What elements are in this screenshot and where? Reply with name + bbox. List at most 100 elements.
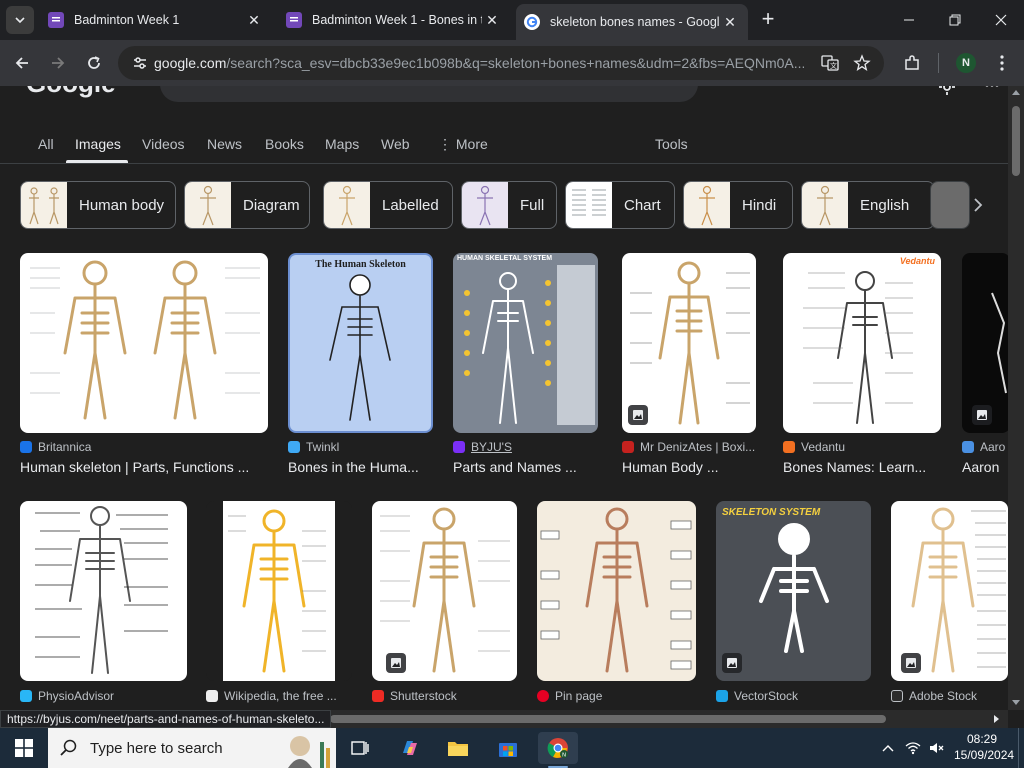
- google-logo[interactable]: Google: [26, 86, 116, 99]
- result-source[interactable]: Vedantu: [783, 440, 845, 454]
- task-view-button[interactable]: [340, 732, 380, 764]
- taskbar-clock[interactable]: 08:29 15/09/2024: [954, 731, 1014, 763]
- address-bar[interactable]: google.com/search?sca_esv=dbcb33e9ec1b09…: [118, 46, 884, 80]
- back-button[interactable]: [8, 49, 36, 77]
- extensions-button[interactable]: [898, 49, 926, 77]
- new-tab-button[interactable]: +: [756, 8, 780, 32]
- chip-hindi[interactable]: Hindi: [683, 181, 793, 229]
- result-source[interactable]: Adobe Stock: [891, 689, 977, 703]
- result-source[interactable]: BYJU'S: [453, 440, 512, 454]
- tab-search-button[interactable]: [6, 6, 34, 34]
- result-source[interactable]: Wikipedia, the free ...: [206, 689, 337, 703]
- result-image[interactable]: The Human Skeleton: [288, 253, 433, 433]
- image-result-physioadvisor[interactable]: PhysioAdvisor: [20, 501, 188, 710]
- image-result-aaron[interactable]: Aaro Aaron: [962, 253, 1008, 483]
- result-title[interactable]: Human Body ...: [622, 459, 764, 475]
- nav-tab-images[interactable]: Images: [75, 136, 121, 152]
- result-image[interactable]: [891, 501, 1008, 681]
- result-image[interactable]: [372, 501, 517, 681]
- result-image[interactable]: [206, 501, 352, 681]
- tools-button[interactable]: Tools: [655, 136, 688, 152]
- chip-english[interactable]: English: [801, 181, 935, 229]
- tab-badminton-week-1[interactable]: Badminton Week 1 ✕: [40, 4, 272, 36]
- chip-diagram[interactable]: Diagram: [184, 181, 310, 229]
- result-title[interactable]: Parts and Names ...: [453, 459, 600, 475]
- result-title[interactable]: Aaron: [962, 459, 1008, 475]
- chip-chart[interactable]: Chart: [565, 181, 675, 229]
- nav-tab-maps[interactable]: Maps: [325, 136, 359, 152]
- bookmark-star-icon[interactable]: [848, 52, 876, 74]
- reload-button[interactable]: [80, 49, 108, 77]
- scroll-up-arrow-icon[interactable]: [1012, 90, 1020, 95]
- result-source[interactable]: Shutterstock: [372, 689, 457, 703]
- result-source[interactable]: Aaro: [962, 440, 1005, 454]
- result-image[interactable]: [20, 253, 268, 433]
- chip-full[interactable]: Full: [461, 181, 557, 229]
- image-result-vectorstock[interactable]: SKELETON SYSTEM VectorStock: [716, 501, 873, 710]
- horizontal-scroll-thumb[interactable]: [330, 715, 886, 723]
- result-source[interactable]: Britannica: [20, 440, 91, 454]
- site-info-icon[interactable]: [126, 55, 154, 71]
- file-explorer-button[interactable]: [438, 732, 478, 764]
- browser-menu-button[interactable]: [988, 49, 1016, 77]
- window-close-button[interactable]: [978, 0, 1024, 40]
- nav-tab-all[interactable]: All: [38, 136, 54, 152]
- vertical-scrollbar[interactable]: [1008, 86, 1024, 710]
- result-image[interactable]: [622, 253, 756, 433]
- result-title[interactable]: Human skeleton | Parts, Functions ...: [20, 459, 270, 475]
- minimize-button[interactable]: [886, 0, 932, 40]
- image-result-byjus[interactable]: HUMAN SKELETAL SYSTEM BYJU'S Parts and N…: [453, 253, 600, 483]
- forward-button[interactable]: [44, 49, 72, 77]
- image-result-mr-denizates[interactable]: Mr DenizAtes | Boxi... Human Body ...: [622, 253, 764, 483]
- result-title[interactable]: Bones Names: Learn...: [783, 459, 943, 475]
- show-desktop-button[interactable]: [1018, 728, 1024, 768]
- image-result-adobe-stock[interactable]: Adobe Stock: [891, 501, 1008, 710]
- microsoft-store-button[interactable]: [488, 732, 528, 764]
- result-source[interactable]: Pin page: [537, 689, 602, 703]
- result-image[interactable]: [537, 501, 696, 681]
- volume-button[interactable]: [926, 728, 948, 768]
- translate-icon[interactable]: 文: [816, 52, 844, 74]
- scroll-right-arrow-icon[interactable]: [994, 715, 999, 723]
- result-image[interactable]: [20, 501, 187, 681]
- nav-tab-more[interactable]: ⋮ More: [438, 136, 488, 153]
- result-title[interactable]: Bones in the Huma...: [288, 459, 433, 475]
- result-source[interactable]: PhysioAdvisor: [20, 689, 114, 703]
- result-source[interactable]: Twinkl: [288, 440, 339, 454]
- profile-avatar[interactable]: N: [956, 53, 976, 73]
- chip-labelled[interactable]: Labelled: [323, 181, 453, 229]
- search-box[interactable]: [160, 86, 698, 102]
- result-image[interactable]: HUMAN SKELETAL SYSTEM: [453, 253, 598, 433]
- chrome-taskbar-button[interactable]: N: [538, 732, 578, 768]
- restore-button[interactable]: [932, 0, 978, 40]
- result-image[interactable]: [962, 253, 1008, 433]
- result-source[interactable]: Mr DenizAtes | Boxi...: [622, 440, 755, 454]
- nav-tab-web[interactable]: Web: [381, 136, 410, 152]
- scroll-down-arrow-icon[interactable]: [1012, 700, 1020, 705]
- result-source[interactable]: VectorStock: [716, 689, 798, 703]
- image-result-wikipedia[interactable]: Wikipedia, the free ...: [206, 501, 356, 710]
- start-button[interactable]: [0, 728, 48, 768]
- tab-google-search[interactable]: skeleton bones names - Google ✕: [516, 4, 748, 40]
- nav-tab-videos[interactable]: Videos: [142, 136, 185, 152]
- settings-gear-icon[interactable]: [938, 86, 958, 98]
- show-hidden-icons-button[interactable]: [878, 728, 898, 768]
- close-icon[interactable]: ✕: [482, 12, 502, 29]
- network-button[interactable]: [902, 728, 924, 768]
- image-result-twinkl[interactable]: The Human Skeleton Twinkl Bones in the H…: [288, 253, 433, 483]
- close-icon[interactable]: ✕: [244, 12, 264, 29]
- taskbar-search-box[interactable]: Type here to search: [48, 728, 336, 768]
- copilot-button[interactable]: [390, 732, 430, 764]
- nav-tab-books[interactable]: Books: [265, 136, 304, 152]
- image-result-pin-page[interactable]: Pin page: [537, 501, 697, 710]
- apps-grid-icon[interactable]: [984, 86, 1004, 102]
- tab-bones-in-the-body[interactable]: Badminton Week 1 - Bones in th ✕: [278, 4, 510, 36]
- image-result-britannica[interactable]: Britannica Human skeleton | Parts, Funct…: [20, 253, 270, 483]
- image-result-vedantu[interactable]: Vedantu Vedantu Bones Names: Learn...: [783, 253, 943, 483]
- nav-tab-news[interactable]: News: [207, 136, 242, 152]
- vertical-scroll-thumb[interactable]: [1012, 106, 1020, 176]
- result-image[interactable]: Vedantu: [783, 253, 941, 433]
- close-icon[interactable]: ✕: [720, 14, 740, 31]
- result-image[interactable]: SKELETON SYSTEM: [716, 501, 871, 681]
- image-result-shutterstock[interactable]: Shutterstock: [372, 501, 522, 710]
